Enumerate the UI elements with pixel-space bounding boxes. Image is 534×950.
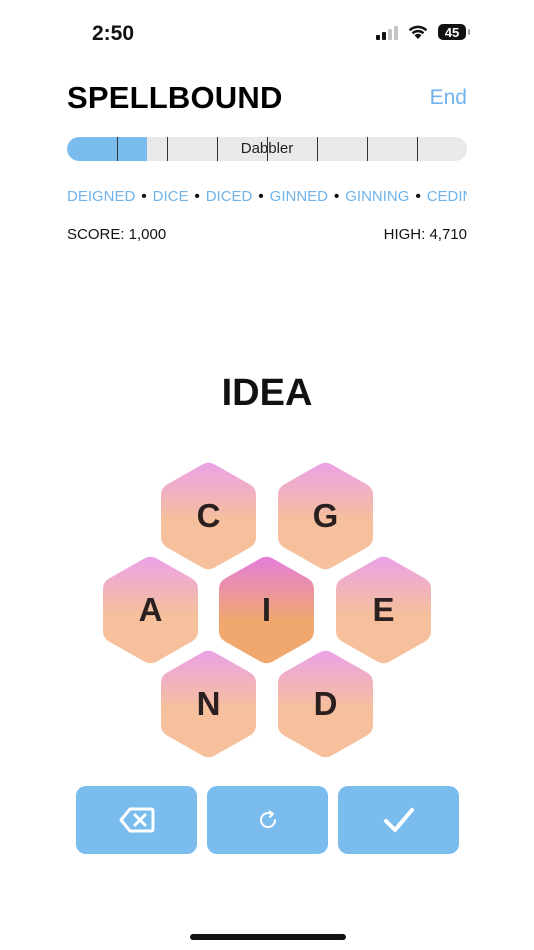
score-label: SCORE: 1,000 — [67, 226, 167, 243]
found-word: DICED — [205, 188, 253, 205]
status-bar: 2:50 45 — [0, 0, 534, 70]
found-words-list[interactable]: DEIGNED • DICE • DICED • GINNED • GINNING • CEDING — [67, 188, 467, 210]
status-icons: 45 — [376, 24, 470, 40]
home-indicator — [190, 934, 346, 940]
wifi-icon — [408, 25, 428, 39]
delete-button[interactable] — [76, 786, 197, 854]
checkmark-icon — [383, 808, 414, 832]
found-word-separator: • — [415, 188, 421, 205]
found-word: DICE — [152, 188, 189, 205]
letter-tile-n[interactable]: N — [160, 649, 257, 759]
found-word: CEDING — [426, 188, 467, 205]
battery-icon: 45 — [438, 24, 470, 40]
rank-label: Dabbler — [240, 140, 294, 157]
tile-letter: D — [313, 685, 338, 722]
rank-progress-bar: Dabbler — [67, 137, 467, 161]
found-word-separator: • — [334, 188, 340, 205]
status-time: 2:50 — [92, 22, 135, 45]
backspace-icon — [119, 807, 154, 833]
submit-button[interactable] — [338, 786, 459, 854]
found-word: GINNED — [269, 188, 328, 205]
app-title: SPELLBOUND — [67, 80, 283, 115]
found-word-separator: • — [194, 188, 200, 205]
found-word-separator: • — [258, 188, 264, 205]
shuffle-icon — [259, 810, 276, 829]
letter-tile-d[interactable]: D — [277, 649, 374, 759]
shuffle-button[interactable] — [207, 786, 328, 854]
end-button[interactable]: End — [430, 86, 467, 110]
found-word-separator: • — [141, 188, 147, 205]
found-word: GINNING — [345, 188, 410, 205]
cellular-signal-icon — [376, 24, 398, 40]
battery-level: 45 — [444, 24, 460, 40]
current-word: IDEA — [221, 372, 313, 414]
high-score-label: HIGH: 4,710 — [383, 226, 467, 243]
found-word: DEIGNED — [67, 188, 136, 205]
tile-letter: N — [196, 685, 221, 722]
